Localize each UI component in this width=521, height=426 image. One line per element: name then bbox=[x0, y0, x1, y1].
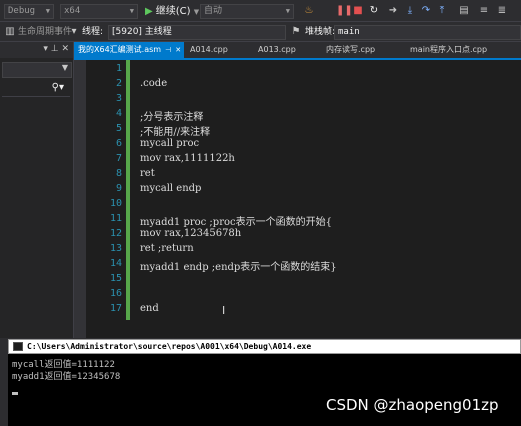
thread-label: 线程: bbox=[82, 27, 104, 37]
step-over-icon[interactable]: ↷ bbox=[420, 5, 432, 17]
console-title-bar[interactable]: C:\Users\Administrator\source\repos\A001… bbox=[8, 339, 521, 354]
line-number: 15 bbox=[109, 273, 122, 284]
platform-dropdown[interactable]: x64 ▼ bbox=[60, 4, 138, 19]
line-number: 3 bbox=[115, 93, 122, 104]
restart-icon[interactable]: ↻ bbox=[368, 5, 380, 17]
code-line[interactable]: .code bbox=[140, 78, 167, 89]
panel-header: ▾ ⊥ ✕ bbox=[0, 42, 73, 58]
lifecycle-icon[interactable]: ▥ bbox=[4, 26, 16, 38]
platform-value: x64 bbox=[64, 6, 81, 16]
tab-memory-rw[interactable]: 内存读写.cpp bbox=[322, 42, 379, 58]
breakpoint-margin[interactable] bbox=[74, 60, 86, 338]
pin-icon[interactable]: ▾ ⊥ ✕ bbox=[43, 44, 69, 54]
breakpoints-icon[interactable]: ▤ bbox=[458, 5, 470, 17]
break-all-icon[interactable]: ❚❚ bbox=[336, 5, 353, 17]
line-number: 1 bbox=[115, 63, 122, 74]
auto-value: 自动 bbox=[204, 6, 223, 16]
tab-label: 我的X64汇编测试.asm bbox=[78, 45, 162, 54]
panel-search[interactable]: ⚲▾ bbox=[2, 82, 70, 97]
auto-dropdown[interactable]: 自动 ▼ bbox=[200, 4, 294, 19]
code-line[interactable]: ;分号表示注释 bbox=[140, 108, 203, 123]
step-out-icon[interactable]: ⤒ bbox=[436, 5, 448, 17]
code-line[interactable]: ;不能用//来注释 bbox=[140, 123, 210, 138]
configuration-value: Debug bbox=[8, 6, 36, 16]
configuration-dropdown[interactable]: Debug ▼ bbox=[4, 4, 54, 19]
tab-a013[interactable]: A013.cpp bbox=[254, 42, 300, 58]
console-caret bbox=[12, 392, 18, 395]
chevron-down-icon: ▼ bbox=[61, 63, 68, 72]
line-number: 9 bbox=[115, 183, 122, 194]
thread-value: [5920] 主线程 bbox=[112, 27, 172, 37]
line-number: 4 bbox=[115, 108, 122, 119]
code-line[interactable]: mov rax,12345678h bbox=[140, 228, 241, 239]
step-into-icon[interactable]: ⤓ bbox=[404, 5, 416, 17]
play-icon: ▶ bbox=[145, 6, 153, 17]
line-number: 5 bbox=[115, 123, 122, 134]
text-cursor-icon: I bbox=[222, 304, 226, 317]
lifecycle-events-label[interactable]: 生命周期事件 bbox=[18, 25, 72, 39]
continue-label: 继续(C) bbox=[155, 6, 191, 17]
watermark: CSDN @zhaopeng01zp bbox=[326, 396, 499, 414]
console-window[interactable]: mycall返回值=1111122 myadd1返回值=12345678 bbox=[8, 354, 521, 426]
tab-main-entry[interactable]: main程序入口点.cpp bbox=[406, 42, 491, 58]
chevron-down-icon: ▼ bbox=[45, 7, 50, 15]
line-number: 13 bbox=[109, 243, 122, 254]
line-number: 16 bbox=[109, 288, 122, 299]
code-line[interactable]: myadd1 endp ;endp表示一个函数的结束} bbox=[140, 258, 337, 273]
line-number: 7 bbox=[115, 153, 122, 164]
tab-asm-file[interactable]: 我的X64汇编测试.asm ⊣ ✕ bbox=[74, 42, 184, 58]
line-number: 12 bbox=[109, 228, 122, 239]
stack-frame-dropdown[interactable]: main bbox=[334, 25, 521, 40]
line-number: 2 bbox=[115, 78, 122, 89]
close-icon[interactable]: ✕ bbox=[175, 46, 181, 54]
comment-icon[interactable]: ≣ bbox=[496, 5, 508, 17]
line-number: 11 bbox=[109, 213, 122, 224]
code-editor[interactable]: 1 2 .code 3 4 ;分号表示注释 5 ;不能用//来注释 6 mycall proc 7 m… bbox=[74, 60, 521, 338]
tab-label: main程序入口点.cpp bbox=[410, 45, 488, 54]
code-line[interactable]: mycall proc bbox=[140, 138, 199, 149]
search-icon: ⚲▾ bbox=[51, 82, 64, 93]
code-line[interactable]: myadd1 proc ;proc表示一个函数的开始{ bbox=[140, 213, 332, 228]
tab-label: A014.cpp bbox=[190, 45, 228, 54]
code-line[interactable]: end bbox=[140, 303, 159, 314]
debug-location-toolbar: ▥ 生命周期事件 ▾ 线程: [5920] 主线程 ⚑ 堆栈帧: main bbox=[0, 22, 521, 42]
chevron-down-icon: ▼ bbox=[285, 7, 290, 15]
text-wrap-icon[interactable]: ≡ bbox=[478, 5, 490, 17]
flag-icon[interactable]: ⚑ bbox=[290, 26, 302, 38]
stack-frame-value: main bbox=[338, 27, 360, 37]
stop-icon[interactable]: ■ bbox=[352, 5, 364, 17]
tab-label: 内存读写.cpp bbox=[326, 45, 376, 54]
line-number: 10 bbox=[109, 198, 122, 209]
panel-dropdown[interactable]: ▼ bbox=[2, 62, 72, 78]
document-tabs: 我的X64汇编测试.asm ⊣ ✕ A014.cpp A013.cpp 内存读写.c… bbox=[74, 42, 521, 58]
console-output-line: myadd1返回值=12345678 bbox=[12, 372, 121, 382]
line-number: 14 bbox=[109, 258, 122, 269]
console-icon bbox=[13, 342, 23, 351]
chevron-down-icon: ▼ bbox=[129, 7, 134, 15]
chevron-down-icon: ▼ bbox=[193, 8, 200, 16]
hot-reload-icon[interactable]: ♨ bbox=[303, 5, 315, 17]
pin-icon[interactable]: ⊣ bbox=[165, 46, 171, 54]
code-line[interactable]: ret bbox=[140, 168, 155, 179]
stack-frame-label: 堆栈帧: bbox=[305, 27, 336, 37]
filter-icon[interactable]: ▾ bbox=[68, 26, 80, 38]
code-line[interactable]: ret ;return bbox=[140, 243, 194, 254]
line-number: 17 bbox=[109, 303, 122, 314]
line-number: 8 bbox=[115, 168, 122, 179]
code-line[interactable]: mycall endp bbox=[140, 183, 201, 194]
solution-panel: ▾ ⊥ ✕ ▼ ⚲▾ bbox=[0, 42, 74, 338]
show-next-statement-icon[interactable]: ➜ bbox=[387, 5, 399, 17]
background-strip bbox=[0, 338, 8, 426]
console-title: C:\Users\Administrator\source\repos\A001… bbox=[27, 342, 312, 351]
line-number: 6 bbox=[115, 138, 122, 149]
tab-label: A013.cpp bbox=[258, 45, 296, 54]
tab-a014[interactable]: A014.cpp bbox=[186, 42, 232, 58]
main-toolbar: Debug ▼ x64 ▼ ▶ 继续(C) ▼ 自动 ▼ ♨ ❚❚ ■ ↻ ➜ ⤓… bbox=[0, 0, 521, 22]
continue-button[interactable]: ▶ 继续(C) ▼ bbox=[145, 4, 199, 19]
thread-dropdown[interactable]: [5920] 主线程 bbox=[108, 25, 286, 40]
code-line[interactable]: mov rax,1111122h bbox=[140, 153, 235, 164]
change-tracking-bar bbox=[126, 60, 130, 320]
